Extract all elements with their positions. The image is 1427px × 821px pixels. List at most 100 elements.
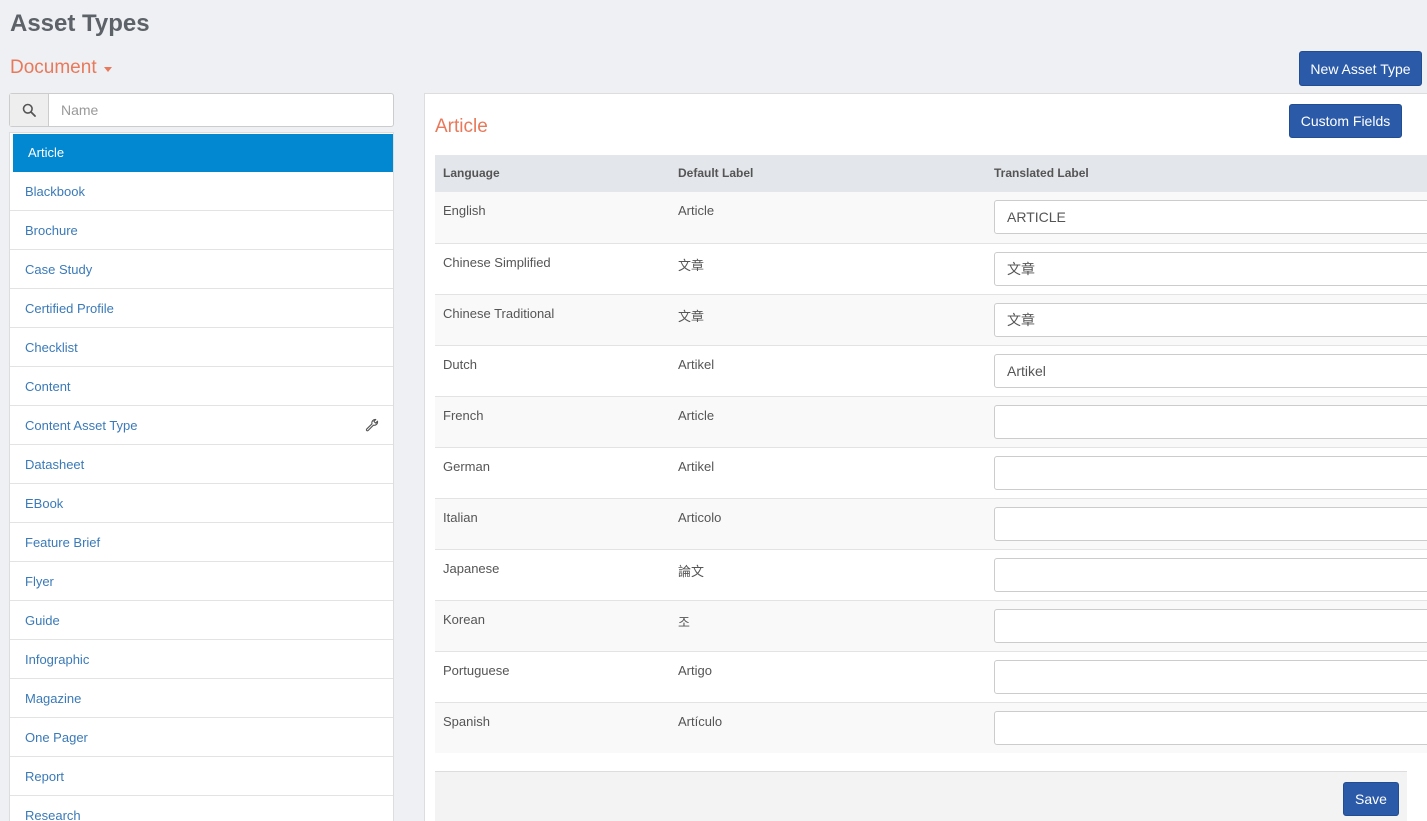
search-input[interactable] [49, 94, 393, 126]
table-row: French Article [435, 396, 1427, 447]
asset-type-item[interactable]: One Pager [10, 718, 393, 757]
language-cell: Italian [443, 510, 478, 525]
table-row: Dutch Artikel [435, 345, 1427, 396]
asset-type-label: Guide [25, 612, 60, 628]
language-cell: Dutch [443, 357, 477, 372]
translated-label-input[interactable] [994, 558, 1427, 592]
translated-label-input[interactable] [994, 200, 1427, 234]
column-header-default-label: Default Label [678, 166, 754, 180]
asset-type-panel: Article Language Default Label Translate… [424, 93, 1427, 821]
language-cell: Chinese Simplified [443, 255, 551, 270]
translated-label-input[interactable] [994, 711, 1427, 745]
default-label-cell: Articolo [678, 510, 722, 525]
asset-type-label: Blackbook [25, 183, 85, 199]
panel-footer [435, 771, 1407, 821]
column-header-translated-label: Translated Label [994, 166, 1089, 180]
table-row: Japanese 論文 [435, 549, 1427, 600]
table-row: Korean 조 [435, 600, 1427, 651]
translated-label-input[interactable] [994, 456, 1427, 490]
search-addon [10, 94, 49, 126]
asset-type-label: Datasheet [25, 456, 85, 472]
column-header-language: Language [443, 166, 500, 180]
asset-type-item[interactable]: Content Asset Type [10, 406, 393, 445]
asset-type-item[interactable]: Article [13, 134, 393, 172]
table-header: Language Default Label Translated Label [435, 155, 1427, 192]
asset-type-item[interactable]: Blackbook [10, 172, 393, 211]
default-label-cell: 文章 [678, 258, 705, 273]
table-row: English Article [435, 192, 1427, 243]
asset-type-label: Research [25, 807, 81, 821]
default-label-cell: 조 [678, 615, 690, 630]
asset-type-label: EBook [25, 495, 64, 511]
asset-type-label: Magazine [25, 690, 82, 706]
default-label-cell: Artículo [678, 714, 723, 729]
asset-type-item[interactable]: Infographic [10, 640, 393, 679]
translated-label-input[interactable] [994, 405, 1427, 439]
language-cell: French [443, 408, 484, 423]
asset-type-label: Flyer [25, 573, 54, 589]
table-row: German Artikel [435, 447, 1427, 498]
translated-label-input[interactable] [994, 507, 1427, 541]
default-label-cell: Artigo [678, 663, 712, 678]
caret-down-icon [103, 66, 112, 72]
translated-label-input[interactable] [994, 660, 1427, 694]
language-cell: German [443, 459, 490, 474]
asset-type-list: Article Blackbook Brochure Case Study Certif… [9, 132, 394, 821]
default-label-cell: 文章 [678, 309, 705, 324]
language-cell: Japanese [443, 561, 500, 576]
asset-type-label: Certified Profile [25, 300, 114, 316]
custom-fields-button[interactable]: Custom Fields [1289, 104, 1402, 138]
wrench-icon[interactable] [365, 418, 379, 432]
table-row: Italian Articolo [435, 498, 1427, 549]
default-label-cell: Artikel [678, 357, 715, 372]
table-row: Portuguese Artigo [435, 651, 1427, 702]
asset-type-label: One Pager [25, 729, 88, 745]
asset-type-label: Content [25, 378, 71, 394]
asset-type-item[interactable]: Content [10, 367, 393, 406]
translation-rows: EnglishArticleChinese Simplified文章Chines… [435, 192, 1427, 753]
default-label-cell: 論文 [678, 564, 705, 579]
asset-type-item[interactable]: Magazine [10, 679, 393, 718]
table-row: Spanish Artículo [435, 702, 1427, 753]
asset-type-item[interactable]: Checklist [10, 328, 393, 367]
language-cell: Spanish [443, 714, 490, 729]
default-label-cell: Artikel [678, 459, 715, 474]
asset-type-item[interactable]: Feature Brief [10, 523, 393, 562]
save-button[interactable]: Save [1343, 782, 1399, 816]
asset-type-label: Checklist [25, 339, 78, 355]
table-row: Chinese Traditional 文章 [435, 294, 1427, 345]
language-cell: Korean [443, 612, 485, 627]
table-row: Chinese Simplified 文章 [435, 243, 1427, 294]
asset-type-item[interactable]: Certified Profile [10, 289, 393, 328]
search-icon [22, 103, 36, 117]
new-asset-type-button[interactable]: New Asset Type [1299, 51, 1422, 86]
asset-type-item[interactable]: Flyer [10, 562, 393, 601]
asset-type-label: Feature Brief [25, 534, 101, 550]
language-cell: Chinese Traditional [443, 306, 555, 321]
default-label-cell: Article [678, 408, 715, 423]
page-title: Asset Types [10, 10, 150, 37]
asset-type-item[interactable]: Report [10, 757, 393, 796]
asset-category-dropdown[interactable]: Document [10, 57, 112, 79]
asset-type-label: Report [25, 768, 65, 784]
asset-type-item[interactable]: Case Study [10, 250, 393, 289]
asset-type-label: Brochure [25, 222, 78, 238]
language-cell: English [443, 203, 486, 218]
panel-title: Article [435, 116, 488, 137]
asset-category-label: Document [10, 57, 97, 78]
asset-type-label: Case Study [25, 261, 93, 277]
asset-type-label: Article [28, 145, 65, 160]
language-cell: Portuguese [443, 663, 510, 678]
asset-type-label: Infographic [25, 651, 90, 667]
asset-type-item[interactable]: EBook [10, 484, 393, 523]
translated-label-input[interactable] [994, 354, 1427, 388]
translated-label-input[interactable] [994, 303, 1427, 337]
translated-label-input[interactable] [994, 252, 1427, 286]
default-label-cell: Article [678, 203, 715, 218]
translated-label-input[interactable] [994, 609, 1427, 643]
asset-type-label: Content Asset Type [25, 417, 138, 433]
asset-type-item[interactable]: Research [10, 796, 393, 821]
asset-type-item[interactable]: Guide [10, 601, 393, 640]
asset-type-item[interactable]: Datasheet [10, 445, 393, 484]
asset-type-item[interactable]: Brochure [10, 211, 393, 250]
